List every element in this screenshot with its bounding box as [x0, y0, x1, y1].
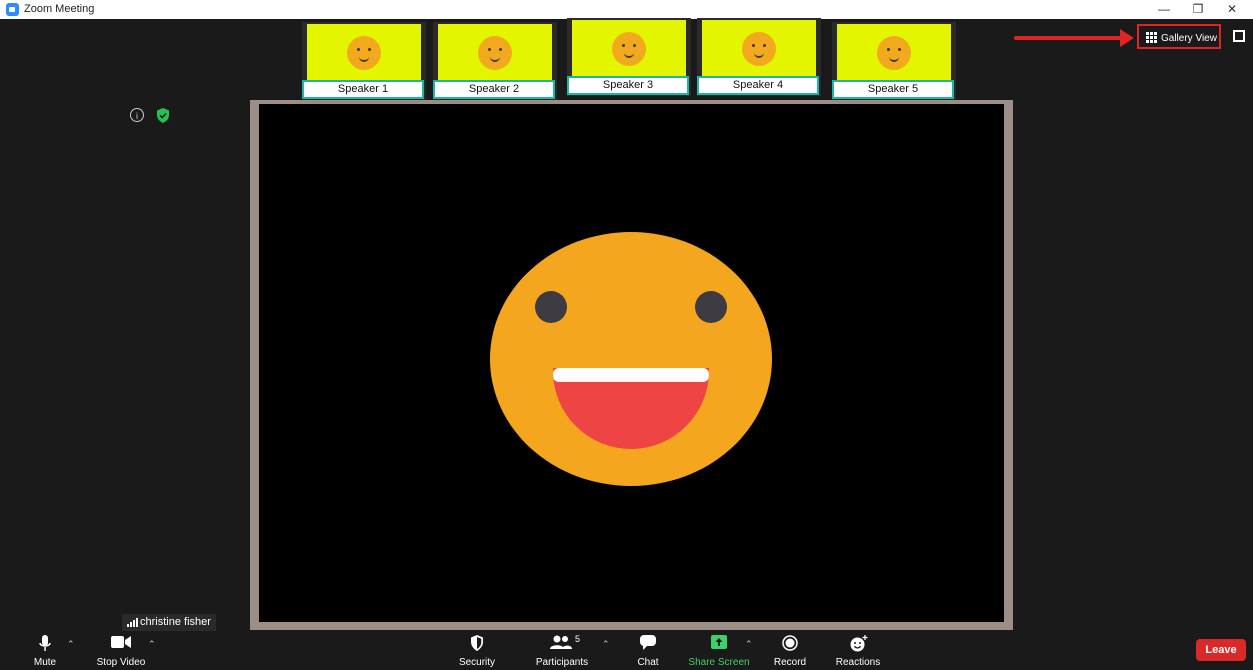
reactions-button[interactable]: Reactions [834, 631, 882, 670]
gallery-view-label: Gallery View [1161, 33, 1217, 44]
reactions-emoji-icon [850, 635, 868, 652]
window-title-bar: Zoom Meeting — ❐ ✕ [0, 0, 1253, 19]
chat-bubble-icon [640, 635, 656, 650]
meeting-toolbar: Mute ⌃ Stop Video ⌃ Security 5 Participa… [0, 631, 1253, 670]
window-title: Zoom Meeting [24, 3, 95, 15]
record-label: Record [773, 657, 807, 668]
smiley-icon [478, 36, 512, 70]
smiley-icon [347, 36, 381, 70]
minimize-icon[interactable]: — [1146, 0, 1182, 19]
smiley-icon [877, 36, 911, 70]
chat-button[interactable]: Chat [628, 631, 668, 670]
stop-video-label: Stop Video [96, 657, 146, 668]
share-screen-icon [711, 635, 727, 649]
video-options-caret-icon[interactable]: ⌃ [148, 639, 156, 650]
grid-icon [1146, 32, 1157, 43]
smiley-icon [742, 32, 776, 66]
mute-button[interactable]: Mute [28, 631, 62, 670]
smiley-face-icon [490, 232, 772, 486]
restore-icon[interactable]: ❐ [1180, 0, 1216, 19]
participant-thumbnail-1[interactable]: Speaker 1 [302, 22, 426, 100]
meeting-info-icon[interactable]: i [130, 108, 144, 122]
reactions-label: Reactions [835, 657, 881, 668]
smiley-icon [612, 32, 646, 66]
mouth [553, 368, 709, 449]
microphone-icon [39, 635, 51, 651]
record-button[interactable]: Record [770, 631, 810, 670]
participant-thumbnail-2[interactable]: Speaker 2 [433, 22, 557, 100]
encryption-shield-icon[interactable] [156, 108, 170, 123]
thumbnail-video [572, 20, 686, 76]
security-label: Security [458, 657, 496, 668]
share-options-caret-icon[interactable]: ⌃ [745, 639, 753, 650]
audio-options-caret-icon[interactable]: ⌃ [67, 639, 75, 650]
teeth [553, 368, 709, 382]
right-eye [695, 291, 727, 323]
thumbnail-video [702, 20, 816, 76]
gallery-view-button[interactable]: Gallery View [1137, 24, 1221, 49]
fullscreen-icon[interactable] [1233, 30, 1245, 42]
participants-options-caret-icon[interactable]: ⌃ [602, 639, 610, 650]
annotation-arrow-shaft [1014, 36, 1124, 40]
participant-thumbnail-4[interactable]: Speaker 4 [697, 18, 821, 96]
thumbnail-name-label: Speaker 3 [567, 76, 689, 95]
self-name: christine fisher [140, 616, 211, 628]
active-speaker-video [259, 104, 1004, 622]
thumbnail-name-label: Speaker 2 [433, 80, 555, 99]
thumbnail-video [307, 24, 421, 80]
zoom-app-icon [6, 3, 19, 16]
thumbnail-name-label: Speaker 4 [697, 76, 819, 95]
annotation-arrow-head [1120, 29, 1134, 47]
participant-count: 5 [575, 634, 581, 644]
video-camera-icon [111, 636, 131, 648]
mute-label: Mute [33, 657, 57, 668]
participant-thumbnail-3[interactable]: Speaker 3 [567, 18, 691, 96]
share-screen-label: Share Screen [688, 657, 750, 668]
participant-thumbnail-5[interactable]: Speaker 5 [832, 22, 956, 100]
stop-video-button[interactable]: Stop Video [96, 631, 146, 670]
security-button[interactable]: Security [452, 631, 502, 670]
security-shield-icon [471, 635, 483, 651]
record-icon [782, 635, 798, 651]
thumbnail-name-label: Speaker 5 [832, 80, 954, 99]
thumbnail-name-label: Speaker 1 [302, 80, 424, 99]
thumbnail-video [837, 24, 951, 80]
participants-label: Participants [535, 657, 589, 668]
signal-strength-icon [127, 618, 138, 627]
close-icon[interactable]: ✕ [1214, 0, 1250, 19]
self-name-tag: christine fisher [122, 614, 216, 631]
thumbnail-video [438, 24, 552, 80]
leave-button[interactable]: Leave [1196, 639, 1246, 661]
participants-button[interactable]: 5 Participants [530, 631, 594, 670]
chat-label: Chat [637, 657, 659, 668]
participants-icon [550, 635, 572, 649]
left-eye [535, 291, 567, 323]
share-screen-button[interactable]: Share Screen [686, 631, 752, 670]
